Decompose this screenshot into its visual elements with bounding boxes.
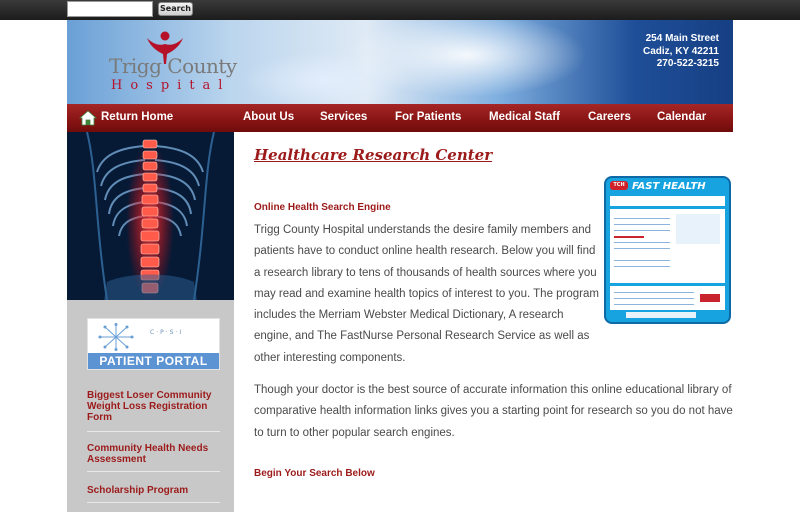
widget-line <box>614 230 670 231</box>
doctor-paragraph: Though your doctor is the best source of… <box>254 384 733 439</box>
widget-line <box>614 218 670 219</box>
spine-xray-image <box>67 132 234 300</box>
main-nav: Return Home About Us Services For Patien… <box>67 104 733 132</box>
portal-label: PATIENT PORTAL <box>88 353 219 369</box>
widget-line <box>614 292 694 293</box>
nav-careers[interactable]: Careers <box>588 111 631 123</box>
widget-line <box>614 304 694 305</box>
section-heading-search-engine: Online Health Search Engine <box>254 202 391 213</box>
sidebar-divider <box>87 471 220 472</box>
widget-emergency-badge <box>700 294 720 302</box>
fast-health-widget[interactable]: TCH FAST HEALTH <box>604 176 731 324</box>
widget-line <box>614 242 670 243</box>
intro-paragraph: Trigg County Hospital understands the de… <box>254 224 599 364</box>
sidebar-link-scholarship[interactable]: Scholarship Program <box>87 485 220 496</box>
section-heading-begin-search: Begin Your Search Below <box>254 468 375 479</box>
nav-services[interactable]: Services <box>320 111 367 123</box>
hospital-logo[interactable]: Trigg County Hospital <box>97 30 267 96</box>
search-button[interactable]: Search <box>158 2 193 16</box>
widget-line <box>614 224 670 225</box>
widget-line <box>614 298 694 299</box>
spine-illustration <box>67 132 234 300</box>
header-banner: Trigg County Hospital 254 Main Street Ca… <box>67 20 733 104</box>
nav-medical-staff[interactable]: Medical Staff <box>489 111 560 123</box>
widget-badge: TCH <box>610 181 628 190</box>
nav-about-us[interactable]: About Us <box>243 111 294 123</box>
widget-search-row <box>610 196 725 206</box>
widget-title: FAST HEALTH <box>632 181 706 192</box>
hospital-address: 254 Main Street Cadiz, KY 42211 270-522-… <box>643 33 719 71</box>
portal-starburst-icon <box>98 323 134 351</box>
widget-line <box>614 266 670 267</box>
patient-portal-link[interactable]: C·P·S·I PATIENT PORTAL <box>87 318 220 370</box>
widget-line <box>614 248 670 249</box>
widget-side-image <box>676 214 720 244</box>
address-street: 254 Main Street <box>645 33 719 44</box>
nav-for-patients[interactable]: For Patients <box>395 111 461 123</box>
widget-accent <box>614 236 644 238</box>
home-icon[interactable] <box>79 109 97 127</box>
logo-name: Trigg County <box>109 54 237 78</box>
widget-footer <box>626 312 696 318</box>
sidebar-divider <box>87 502 220 503</box>
sidebar-link-health-needs[interactable]: Community Health Needs Assessment <box>87 443 220 465</box>
address-city: Cadiz, KY 42211 <box>643 45 719 57</box>
nav-return-home[interactable]: Return Home <box>101 111 173 123</box>
top-search-bar: Search <box>0 0 800 20</box>
sidebar-divider <box>87 431 220 432</box>
portal-cpsi-text: C·P·S·I <box>150 329 184 336</box>
address-phone: 270-522-3215 <box>656 58 719 69</box>
widget-line <box>614 260 670 261</box>
logo-subtitle: Hospital <box>111 78 231 93</box>
nav-calendar[interactable]: Calendar <box>657 111 706 123</box>
search-input[interactable] <box>67 1 153 17</box>
page-title: Healthcare Research Center <box>254 146 493 164</box>
sidebar: C·P·S·I PATIENT PORTAL Biggest Loser Com… <box>67 132 234 512</box>
sidebar-link-biggest-loser[interactable]: Biggest Loser Community Weight Loss Regi… <box>87 390 220 423</box>
